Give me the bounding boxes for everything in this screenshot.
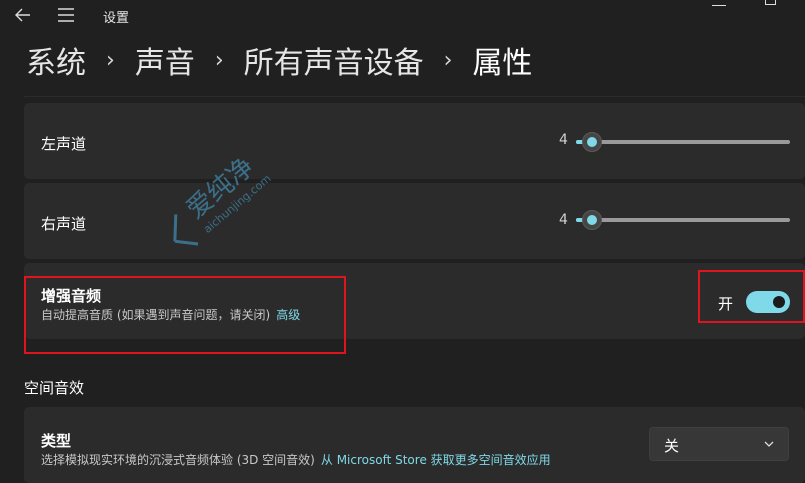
minimize-button[interactable] bbox=[712, 0, 726, 6]
toggle-state-label: 开 bbox=[718, 295, 734, 313]
back-arrow-icon bbox=[15, 8, 30, 22]
breadcrumb-system[interactable]: 系统 bbox=[26, 38, 86, 82]
left-channel-value: 4 bbox=[559, 132, 568, 148]
slider-track bbox=[576, 218, 790, 222]
title-bar: 设置 bbox=[0, 0, 805, 32]
hamburger-menu-icon bbox=[58, 8, 74, 22]
navigation-menu-button[interactable] bbox=[55, 5, 77, 25]
slider-track bbox=[576, 140, 790, 144]
breadcrumb-separator: › bbox=[443, 47, 453, 73]
right-channel-label: 右声道 bbox=[41, 215, 87, 233]
type-description-row: 选择模拟现实环境的沉浸式音频体验 (3D 空间音效) 从 Microsoft St… bbox=[41, 451, 551, 468]
chevron-down-icon bbox=[764, 441, 774, 447]
breadcrumb-properties: 属性 bbox=[472, 46, 533, 81]
enhance-audio-title: 增强音频 bbox=[41, 287, 102, 305]
breadcrumb-separator: › bbox=[214, 47, 224, 73]
enhance-audio-toggle[interactable] bbox=[746, 291, 790, 313]
watermark-logo: 爱纯净 aichunjing.com bbox=[173, 152, 274, 246]
spatial-audio-type-dropdown[interactable]: 关 bbox=[649, 427, 789, 461]
right-channel-value: 4 bbox=[559, 212, 568, 228]
dropdown-selected-value: 关 bbox=[664, 437, 680, 455]
toggle-knob bbox=[773, 296, 785, 308]
spatial-audio-heading: 空间音效 bbox=[24, 379, 85, 397]
slider-thumb[interactable] bbox=[582, 132, 602, 152]
type-title: 类型 bbox=[41, 432, 72, 450]
advanced-link[interactable]: 高级 bbox=[276, 308, 300, 322]
enhance-audio-description: 自动提高音质 (如果遇到声音问题，请关闭) bbox=[41, 308, 271, 322]
breadcrumb-all-sound-devices[interactable]: 所有声音设备 bbox=[244, 38, 424, 82]
left-channel-label: 左声道 bbox=[41, 135, 87, 153]
microsoft-store-link[interactable]: 从 Microsoft Store 获取更多空间音效应用 bbox=[321, 453, 551, 467]
enhance-audio-card: 增强音频 自动提高音质 (如果遇到声音问题，请关闭) 高级 开 bbox=[24, 263, 805, 339]
header-divider bbox=[24, 96, 805, 97]
type-description: 选择模拟现实环境的沉浸式音频体验 (3D 空间音效) bbox=[41, 453, 315, 467]
slider-thumb[interactable] bbox=[582, 210, 602, 230]
app-title: 设置 bbox=[103, 11, 130, 26]
breadcrumb-separator: › bbox=[106, 47, 115, 73]
breadcrumb: 系统 › 声音 › 所有声音设备 › 属性 bbox=[26, 38, 532, 82]
back-button[interactable] bbox=[10, 3, 36, 27]
spatial-audio-type-card: 类型 选择模拟现实环境的沉浸式音频体验 (3D 空间音效) 从 Microsoft… bbox=[24, 407, 805, 483]
breadcrumb-sound[interactable]: 声音 bbox=[135, 38, 195, 82]
maximize-button[interactable] bbox=[765, 0, 776, 5]
enhance-audio-description-row: 自动提高音质 (如果遇到声音问题，请关闭) 高级 bbox=[41, 306, 300, 323]
